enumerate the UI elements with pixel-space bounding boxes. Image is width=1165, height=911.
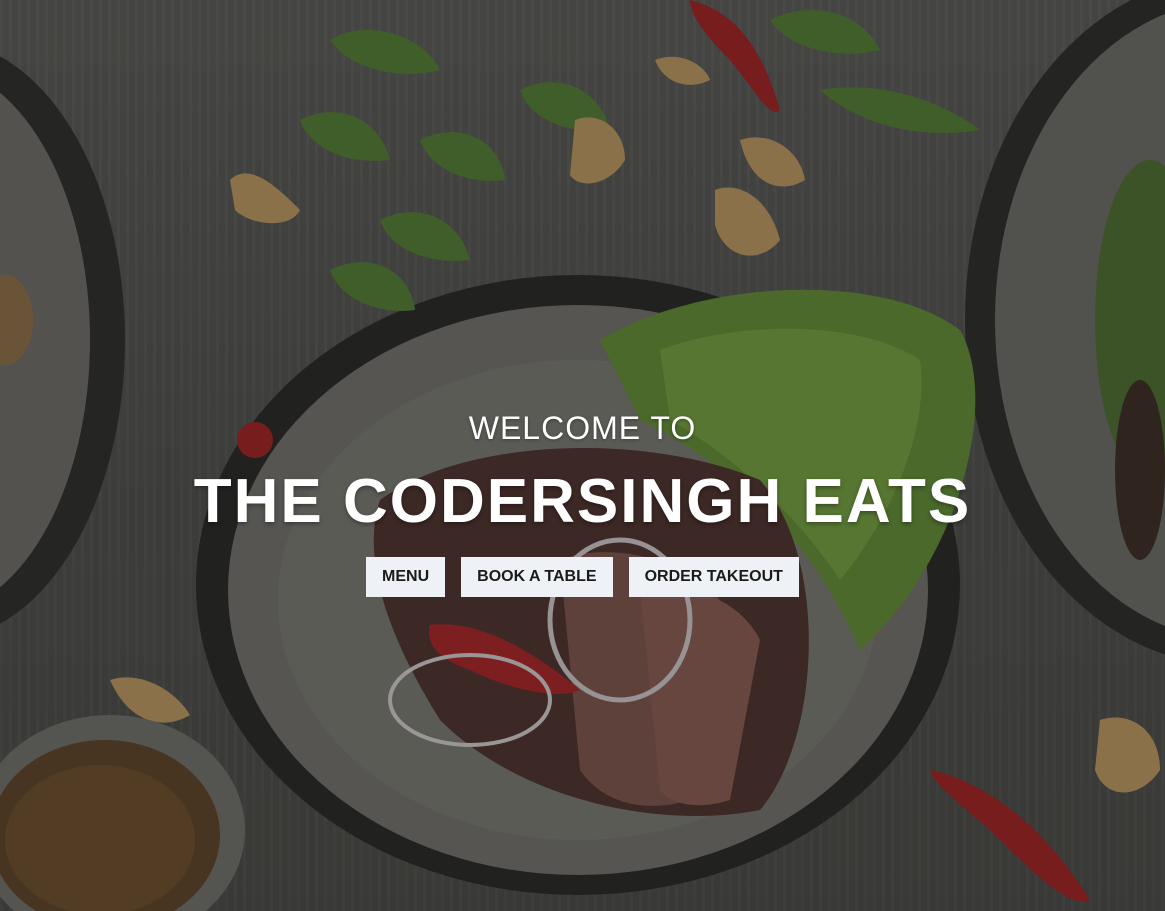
menu-button[interactable]: MENU — [366, 557, 446, 597]
hero-buttons: MENU BOOK A TABLE ORDER TAKEOUT — [0, 557, 1165, 597]
book-table-button[interactable]: BOOK A TABLE — [461, 557, 613, 597]
restaurant-title: THE CODERSINGH EATS — [193, 467, 972, 536]
welcome-text: WELCOME TO — [468, 410, 697, 446]
order-takeout-button[interactable]: ORDER TAKEOUT — [628, 557, 799, 597]
hero-content: WELCOME TO THE CODERSINGH EATS MENU BOOK… — [0, 0, 1165, 911]
